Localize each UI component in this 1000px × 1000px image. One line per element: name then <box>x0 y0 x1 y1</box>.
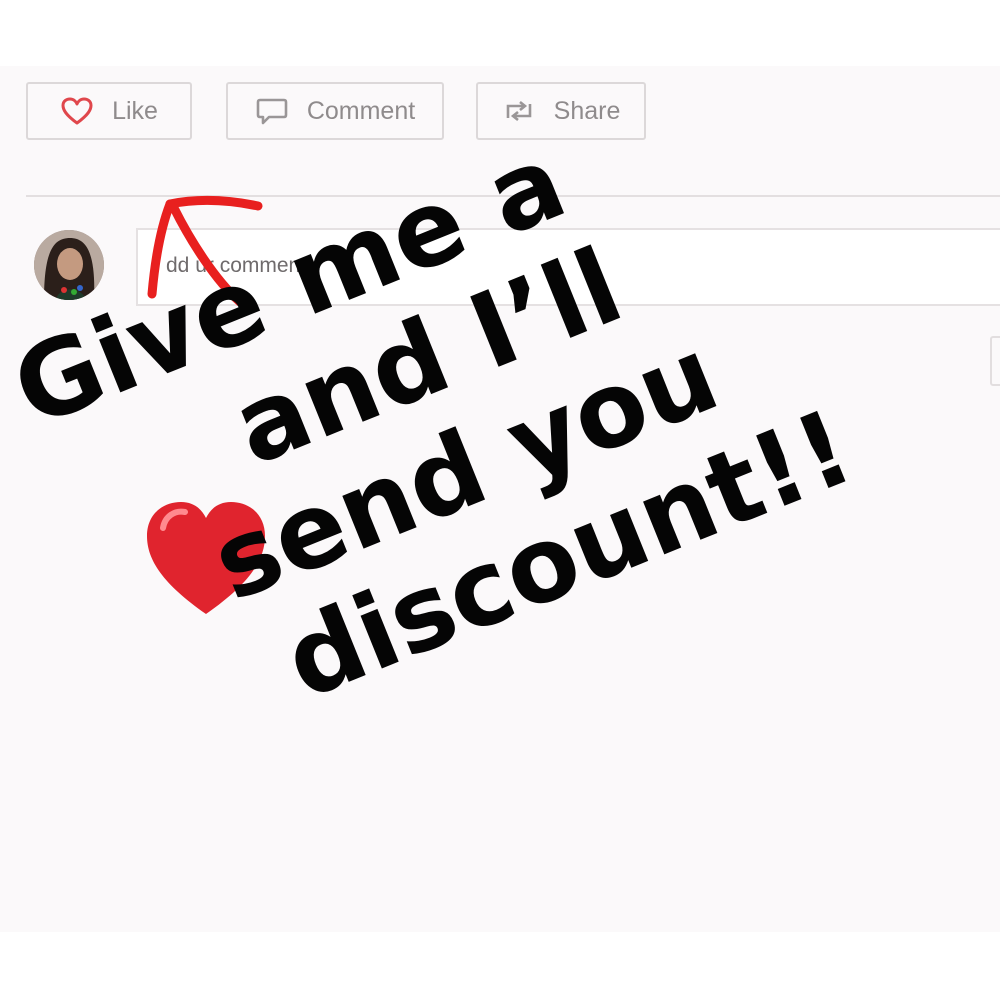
like-label: Like <box>112 96 158 125</box>
repost-arrows-icon <box>502 98 536 124</box>
avatar <box>34 230 104 300</box>
speech-bubble-icon <box>255 96 289 126</box>
partial-button-edge[interactable] <box>990 336 1000 386</box>
comment-label: Comment <box>306 96 416 125</box>
like-button[interactable]: Like <box>26 82 192 140</box>
heart-outline-icon <box>60 96 94 126</box>
comment-button[interactable]: Comment <box>226 82 444 140</box>
